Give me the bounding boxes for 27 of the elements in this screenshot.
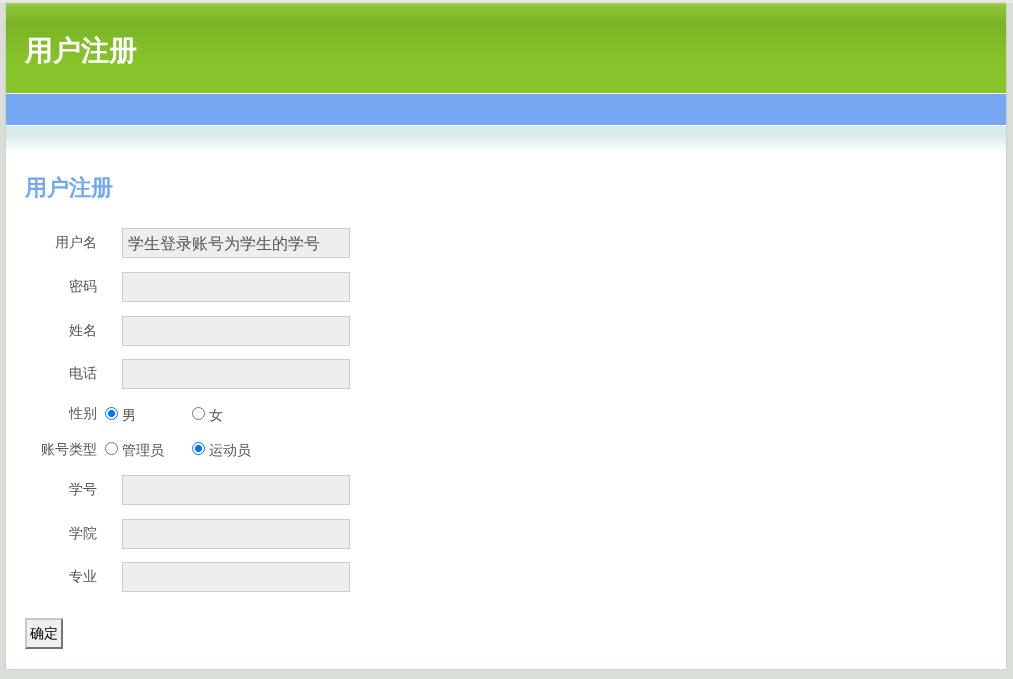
option-label: 女: [209, 405, 223, 425]
confirm-button[interactable]: 确定: [25, 618, 63, 650]
radio-button[interactable]: [192, 406, 205, 420]
text-field[interactable]: [122, 474, 350, 505]
option-label: 男: [122, 405, 136, 425]
option-label: 管理员: [122, 441, 164, 461]
field-label: 学院: [68, 524, 97, 543]
text-field[interactable]: [122, 562, 350, 593]
text-field[interactable]: [122, 359, 350, 390]
field-label: 专业: [68, 568, 97, 587]
radio-button[interactable]: [105, 406, 118, 420]
option-label: 运动员: [209, 441, 251, 461]
field-label: 学号: [68, 480, 97, 499]
field-label: 电话: [68, 365, 97, 384]
header-title: 用户注册: [25, 32, 137, 69]
text-field[interactable]: [122, 518, 350, 549]
text-field[interactable]: [122, 271, 350, 302]
text-field[interactable]: [122, 315, 350, 346]
text-field[interactable]: 学生登录账号为学生的学号: [122, 228, 350, 258]
field-label: 密码: [68, 277, 97, 296]
radio-button[interactable]: [192, 442, 205, 456]
radio-button[interactable]: [105, 442, 118, 456]
field-label: 姓名: [68, 321, 97, 340]
field-label: 账号类型: [40, 441, 97, 459]
form-heading: 用户注册: [25, 174, 114, 202]
field-label: 用户名: [54, 234, 97, 252]
field-label: 性别: [67, 405, 97, 424]
